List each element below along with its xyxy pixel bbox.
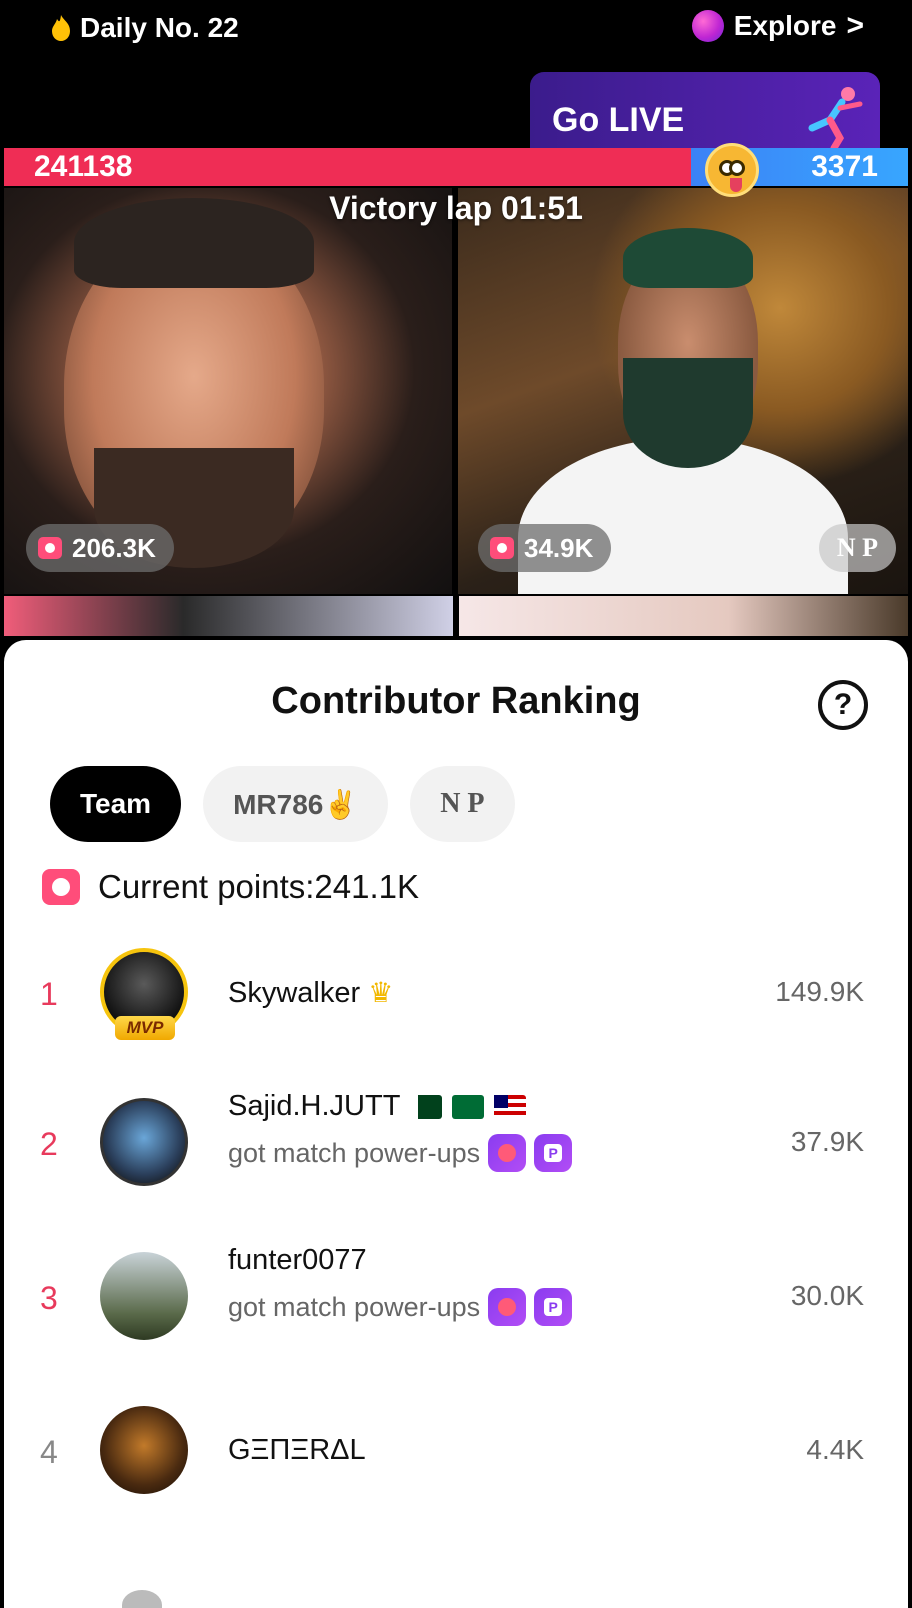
current-points: Current points:241.1K — [42, 868, 419, 906]
avatar[interactable] — [100, 1252, 188, 1340]
rank-number: 1 — [40, 976, 58, 1012]
tab-np[interactable]: N P — [410, 766, 515, 842]
avatar[interactable] — [122, 1590, 162, 1608]
explore-label: Explore — [733, 10, 837, 41]
boxing-glove-icon — [488, 1134, 527, 1172]
chevron-right-icon: > — [846, 9, 864, 42]
mvp-badge: MVP — [115, 1016, 175, 1040]
saudi-flag-icon — [452, 1095, 485, 1120]
go-live-label: Go LIVE — [552, 100, 685, 139]
guest-thumbnail[interactable] — [4, 596, 453, 636]
list-item[interactable]: 2 Sajid.H.JUTT got match power-ups P 37.… — [4, 1090, 908, 1210]
user-points: 30.0K — [790, 1280, 864, 1311]
victory-timer: Victory lap 01:51 — [329, 190, 583, 226]
user-name: Skywalker ♛ — [228, 976, 393, 1010]
list-item[interactable]: 4 GΞΠΞRΔL 4.4K — [4, 1398, 908, 1518]
left-viewer-pill: 206.3K — [26, 524, 174, 572]
right-viewer-pill: 34.9K — [478, 524, 612, 572]
daily-rank-button[interactable]: Daily No. 22 — [50, 12, 239, 44]
p-badge-icon: P — [534, 1288, 573, 1326]
gift-icon — [42, 869, 80, 905]
user-name-text: Sajid.H.JUTT — [228, 1090, 400, 1122]
malaysia-flag-icon — [494, 1095, 527, 1120]
user-subtitle-text: got match power-ups — [228, 1137, 481, 1168]
p-badge-icon: P — [534, 1134, 573, 1172]
list-item[interactable]: 3 funter0077 got match power-ups P 30.0K — [4, 1244, 908, 1364]
rank-number: 2 — [40, 1126, 58, 1162]
explore-button[interactable]: Explore > — [691, 9, 864, 42]
left-viewers: 206.3K — [72, 532, 156, 563]
crown-icon: ♛ — [368, 977, 394, 1008]
rank-number: 4 — [40, 1434, 58, 1470]
tab-mr786[interactable]: MR786✌️ — [203, 766, 389, 842]
left-score-value: 241138 — [34, 150, 133, 183]
user-subtitle: got match power-ups P — [228, 1134, 573, 1172]
rank-number: 3 — [40, 1280, 58, 1316]
user-points: 149.9K — [775, 976, 864, 1007]
user-name: GΞΠΞRΔL — [228, 1434, 366, 1466]
user-points: 37.9K — [790, 1126, 864, 1157]
guest-thumbnails — [4, 596, 908, 636]
user-name: Sajid.H.JUTT — [228, 1090, 527, 1123]
pakistan-flag-icon — [409, 1095, 442, 1120]
daily-label: Daily No. 22 — [80, 12, 239, 43]
top-bar: Daily No. 22 Explore > — [0, 0, 912, 60]
host-video-left[interactable]: 206.3K — [4, 188, 452, 594]
flame-icon — [52, 15, 70, 41]
sheet-title: Contributor Ranking — [271, 680, 641, 722]
boxing-glove-icon — [488, 1288, 527, 1326]
right-viewers: 34.9K — [524, 532, 594, 563]
avatar[interactable] — [100, 1406, 188, 1494]
contributor-ranking-sheet: Contributor Ranking ? Team MR786✌️ N P C… — [4, 640, 908, 1608]
current-points-text: Current points:241.1K — [98, 868, 420, 905]
gift-icon — [490, 537, 514, 559]
user-name: funter0077 — [228, 1244, 367, 1276]
explore-orb-icon — [691, 10, 724, 42]
ranking-tabs: Team MR786✌️ N P — [50, 766, 515, 842]
host-hair — [623, 228, 753, 288]
gift-icon — [38, 537, 62, 559]
user-name-text: Skywalker — [228, 977, 361, 1009]
question-icon[interactable]: ? — [818, 680, 868, 730]
user-points: 4.4K — [806, 1434, 864, 1465]
right-host-tag[interactable]: N P — [818, 524, 896, 572]
tab-team[interactable]: Team — [50, 766, 182, 842]
right-score-value: 3371 — [811, 150, 878, 183]
host-beard — [623, 358, 753, 468]
avatar[interactable] — [100, 1098, 188, 1186]
guest-thumbnail[interactable] — [459, 596, 908, 636]
runner-icon — [808, 87, 863, 152]
user-subtitle-text: got match power-ups — [228, 1291, 481, 1322]
host-video-right[interactable]: 34.9K N P — [458, 188, 908, 594]
user-subtitle: got match power-ups P — [228, 1288, 573, 1326]
tongue-emoji-icon — [705, 143, 759, 197]
list-item[interactable]: 1 MVP Skywalker ♛ 149.9K — [4, 940, 908, 1060]
battle-score-bar: 241138 3371 — [4, 148, 908, 186]
left-score: 241138 — [4, 148, 692, 186]
